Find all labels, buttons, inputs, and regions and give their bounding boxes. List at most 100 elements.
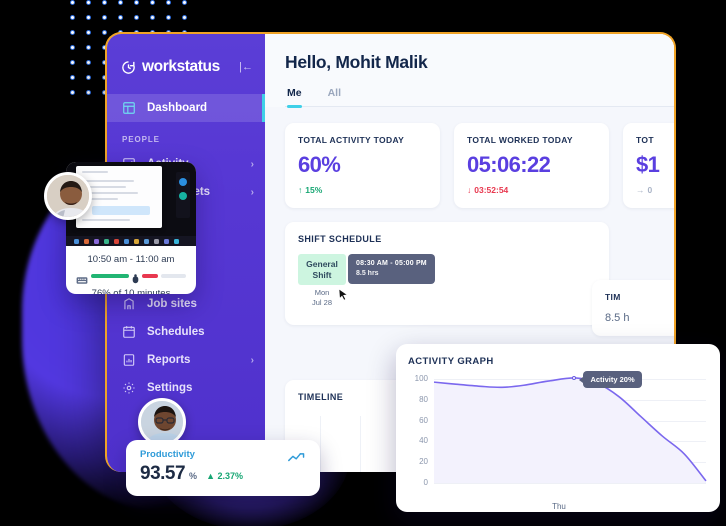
productivity-value: 93.57 xyxy=(140,463,186,484)
stat-value: 05:06:22 xyxy=(467,152,551,177)
stat-card-total-worked[interactable]: TOTAL WORKED TODAY 05:06:22 ↓ 03:52:54 xyxy=(454,123,609,208)
sidebar-section-people: PEOPLE xyxy=(122,135,160,144)
chart-body: 100 80 60 40 20 0 Thu Jul 30 Activity 20% xyxy=(408,371,710,511)
grid-dot xyxy=(166,0,171,5)
idle-bar xyxy=(161,274,186,278)
grid-dot xyxy=(182,15,187,20)
sidebar-item-label: Reports xyxy=(147,354,191,366)
sidebar-item-settings[interactable]: Settings xyxy=(107,374,265,402)
productivity-header: Productivity xyxy=(140,449,306,461)
screenshot-sidepanel-preview xyxy=(176,172,190,218)
chart-area-fill xyxy=(434,377,706,483)
screenshot-dock-preview xyxy=(66,236,196,246)
chart-y-tick: 20 xyxy=(419,457,428,467)
time-card-title: TIM xyxy=(605,292,621,302)
stat-delta-value: 15% xyxy=(305,185,323,195)
jobsites-icon xyxy=(122,297,136,311)
activity-graph-card: ACTIVITY GRAPH 100 80 60 40 20 0 Thu Jul 30 A… xyxy=(396,344,720,512)
tab-all[interactable]: All xyxy=(328,87,341,106)
dashboard-icon xyxy=(122,101,136,115)
keyboard-icon xyxy=(76,272,88,284)
chart-x-tick-label: Thu Jul 30 xyxy=(408,501,710,512)
grid-dot xyxy=(86,30,91,35)
stat-cards-row: TOTAL ACTIVITY TODAY 60% ↑ 15% TOTAL WOR… xyxy=(265,107,674,208)
grid-dot xyxy=(86,60,91,65)
shift-tooltip: 08:30 AM - 05:00 PM 8.5 hrs xyxy=(348,254,435,285)
grid-dot xyxy=(86,45,91,50)
shift-chip[interactable]: General Shift xyxy=(298,254,346,286)
arrow-right-icon: → xyxy=(636,185,645,195)
grid-dot xyxy=(134,15,139,20)
chart-y-tick: 60 xyxy=(419,415,428,425)
clock-icon xyxy=(121,60,136,75)
keyboard-activity-bar xyxy=(91,274,129,278)
chart-tooltip: Activity 20% xyxy=(579,371,642,388)
chart-y-tick: 80 xyxy=(419,394,428,404)
grid-dot xyxy=(150,15,155,20)
screenshot-root: workstatus |← Dashboard PEOPLE › › Job s… xyxy=(0,0,726,526)
productivity-card[interactable]: Productivity 93.57 % ▲ 2.37% xyxy=(126,440,320,496)
grid-dot xyxy=(150,0,155,5)
stat-card-total-clipped[interactable]: TOT $1 → 0 xyxy=(623,123,674,208)
sidebar-item-schedules[interactable]: Schedules xyxy=(107,318,265,346)
productivity-delta: ▲ 2.37% xyxy=(206,471,243,481)
stat-delta-value: 0 xyxy=(647,185,653,195)
time-card-value: 8.5 h xyxy=(605,312,630,324)
sidebar-item-label: Dashboard xyxy=(147,102,208,114)
grid-dot xyxy=(86,15,91,20)
sidebar-item-dashboard[interactable]: Dashboard xyxy=(107,94,265,122)
sidebar-item-label: Schedules xyxy=(147,326,205,338)
trend-up-icon xyxy=(288,450,306,461)
tab-bar: Me All xyxy=(285,87,674,108)
mouse-activity-bar xyxy=(142,274,158,278)
sidebar-item-label: Settings xyxy=(147,382,193,394)
brand[interactable]: workstatus |← xyxy=(107,48,265,82)
grid-dot xyxy=(118,0,123,5)
sidebar-item-label: Job sites xyxy=(147,298,197,310)
chart-gridline xyxy=(434,483,706,484)
sidebar-item-reports[interactable]: Reports › xyxy=(107,346,265,374)
chart-y-tick: 40 xyxy=(419,436,428,446)
shift-schedule-card: SHIFT SCHEDULE General Shift Mon Jul 28 … xyxy=(285,222,609,325)
collapse-left-icon[interactable]: |← xyxy=(239,61,253,73)
gear-icon xyxy=(122,381,136,395)
grid-dot xyxy=(70,15,75,20)
grid-dot xyxy=(86,75,91,80)
time-card-clipped[interactable]: TIM 8.5 h xyxy=(592,280,674,336)
screenshot-time-range: 10:50 am - 11:00 am xyxy=(87,254,175,265)
sidebar-item-job-sites[interactable]: Job sites xyxy=(107,290,265,318)
grid-dot xyxy=(86,90,91,95)
shift-tooltip-time: 08:30 AM - 05:00 PM xyxy=(356,260,427,267)
stat-delta: ↑ 15% xyxy=(298,185,427,195)
triangle-up-icon: ▲ xyxy=(206,471,215,481)
grid-dot xyxy=(70,90,75,95)
grid-dot xyxy=(102,15,107,20)
productivity-value-row: 93.57 % ▲ 2.37% xyxy=(140,463,306,485)
stat-title: TOTAL ACTIVITY TODAY xyxy=(298,135,405,145)
reports-icon xyxy=(122,353,136,367)
main-header: Hello, Mohit Malik Me All xyxy=(265,34,674,108)
stat-title: TOTAL WORKED TODAY xyxy=(467,135,573,145)
stat-delta-value: 03:52:54 xyxy=(474,185,509,195)
avatar[interactable] xyxy=(44,172,92,220)
shift-row: General Shift Mon Jul 28 08:30 AM - 05:0… xyxy=(298,254,596,309)
screenshot-meta: 10:50 am - 11:00 am 76% of 10 minutes xyxy=(66,246,196,294)
stat-value: $1 xyxy=(636,152,660,177)
tab-me[interactable]: Me xyxy=(287,87,302,108)
screenshot-percent: 76% of 10 minutes xyxy=(91,288,171,294)
stat-delta: ↓ 03:52:54 xyxy=(467,185,596,195)
chart-series-activity xyxy=(433,377,707,483)
productivity-delta-value: 2.37% xyxy=(217,471,244,481)
chart-title: ACTIVITY GRAPH xyxy=(408,356,494,367)
grid-dot xyxy=(70,75,75,80)
grid-dot xyxy=(70,60,75,65)
grid-dot xyxy=(70,45,75,50)
stat-value: 60% xyxy=(298,152,341,177)
page-title: Hello, Mohit Malik xyxy=(285,52,428,72)
stat-card-total-activity[interactable]: TOTAL ACTIVITY TODAY 60% ↑ 15% xyxy=(285,123,440,208)
avatar[interactable] xyxy=(138,398,186,446)
grid-dot xyxy=(134,0,139,5)
grid-dot xyxy=(182,0,187,5)
chart-plot-area xyxy=(433,377,707,484)
chevron-right-icon: › xyxy=(250,354,254,366)
